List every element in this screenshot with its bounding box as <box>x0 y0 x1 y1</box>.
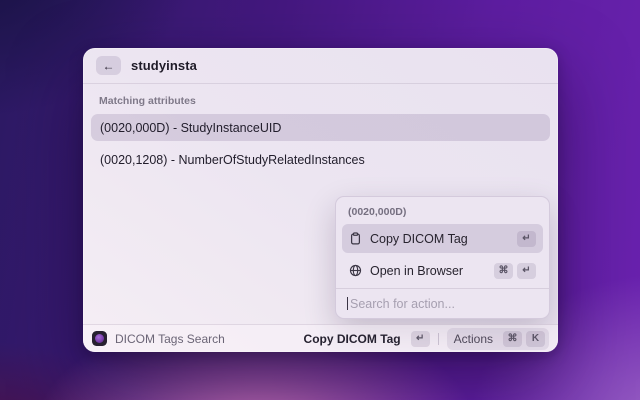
actions-panel: (0020,000D) Copy DICOM Tag ↵ <box>335 196 550 319</box>
footer-separator <box>438 333 439 345</box>
action-open-in-browser[interactable]: Open in Browser ⌘ ↵ <box>342 256 543 285</box>
action-copy-dicom-tag[interactable]: Copy DICOM Tag ↵ <box>342 224 543 253</box>
result-row-numberofstudyrelatedinstances[interactable]: (0020,1208) - NumberOfStudyRelatedInstan… <box>91 146 550 173</box>
result-label: (0020,000D) - StudyInstanceUID <box>100 121 281 135</box>
actions-menu-button[interactable]: Actions ⌘ K <box>447 328 549 350</box>
section-title: Matching attributes <box>83 84 558 114</box>
key-cmd: ⌘ <box>494 263 513 279</box>
actions-panel-title: (0020,000D) <box>336 197 549 224</box>
footer-primary-label: Copy DICOM Tag <box>304 332 401 346</box>
back-button[interactable]: ← <box>96 56 121 75</box>
action-search-input[interactable] <box>350 297 538 311</box>
key-return: ↵ <box>411 331 430 347</box>
footer-primary-action[interactable]: Copy DICOM Tag ↵ <box>304 331 430 347</box>
text-caret <box>347 297 348 310</box>
key-k: K <box>526 331 545 347</box>
command-palette-window: ← studyinsta Matching attributes (0020,0… <box>83 48 558 352</box>
desktop-background: ← studyinsta Matching attributes (0020,0… <box>0 0 640 400</box>
footer-actions: Copy DICOM Tag ↵ Actions ⌘ K <box>304 328 549 350</box>
actions-menu-label: Actions <box>454 332 493 346</box>
back-arrow-icon: ← <box>103 59 115 73</box>
search-input[interactable]: studyinsta <box>131 58 197 73</box>
search-header: ← studyinsta <box>83 48 558 84</box>
result-label: (0020,1208) - NumberOfStudyRelatedInstan… <box>100 153 365 167</box>
action-label: Copy DICOM Tag <box>370 232 513 246</box>
result-row-studyinstanceuid[interactable]: (0020,000D) - StudyInstanceUID <box>91 114 550 141</box>
key-return: ↵ <box>517 231 536 247</box>
globe-icon <box>349 264 362 277</box>
action-label: Open in Browser <box>370 264 490 278</box>
footer-bar: DICOM Tags Search Copy DICOM Tag ↵ Actio… <box>83 324 558 352</box>
key-return: ↵ <box>517 263 536 279</box>
clipboard-icon <box>349 232 362 245</box>
key-cmd: ⌘ <box>503 331 522 347</box>
extension-name: DICOM Tags Search <box>115 332 225 346</box>
extension-logo-icon <box>92 331 107 346</box>
action-search-row <box>336 289 549 318</box>
